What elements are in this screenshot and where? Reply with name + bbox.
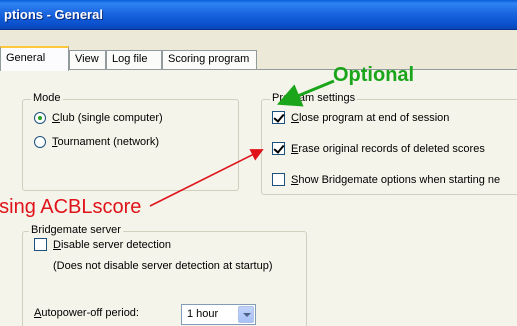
tab-log-file[interactable]: Log file [106,50,162,70]
acblscore-annotation-clip: using ACBLscore [0,196,200,222]
title-bar: ptions - General [0,0,517,30]
club-radio[interactable] [34,112,46,124]
program-settings-group-label: Program settings [270,92,358,104]
erase-records-option[interactable]: Erase original records of deleted scores [272,142,485,155]
mode-option-tournament[interactable]: Tournament (network) [34,136,159,148]
club-radio-label: Club (single computer) [52,112,163,124]
erase-records-label: Erase original records of deleted scores [291,142,485,155]
disable-detection-label: Disable server detection [53,238,172,251]
close-program-checkbox[interactable] [272,111,285,124]
mode-group: Mode Club (single computer) Tournament (… [22,92,239,191]
disable-detection-checkbox[interactable] [34,238,47,251]
chevron-down-icon[interactable] [238,306,254,323]
autopower-select[interactable]: 1 hour [181,304,256,325]
erase-records-checkbox[interactable] [272,142,285,155]
mode-option-club[interactable]: Club (single computer) [34,112,163,124]
show-bridgemate-checkbox[interactable] [272,173,285,186]
tab-scoring-program[interactable]: Scoring program [162,50,257,70]
tournament-radio[interactable] [34,136,46,148]
bridgemate-server-group: Bridgemate server Disable server detecti… [22,224,307,326]
disable-detection-note: (Does not disable server detection at st… [53,260,273,272]
show-bridgemate-label: Show Bridgemate options when starting ne [291,173,501,186]
close-program-option[interactable]: Close program at end of session [272,111,449,124]
tab-general[interactable]: General [0,46,69,71]
close-program-label: Close program at end of session [291,111,450,124]
bridgemate-server-group-label: Bridgemate server [29,224,123,236]
program-settings-group: Program settings Close program at end of… [261,92,517,195]
tab-view[interactable]: View [69,50,106,70]
optional-annotation: Optional [333,64,415,86]
tournament-radio-label: Tournament (network) [52,136,159,148]
mode-group-label: Mode [31,92,63,104]
disable-detection-option[interactable]: Disable server detection [34,238,171,251]
autopower-value: 1 hour [187,308,219,320]
window-title: ptions - General [4,7,103,22]
acblscore-annotation: using ACBLscore [0,196,142,218]
autopower-label: Autopower-off period: [34,307,139,319]
show-bridgemate-option[interactable]: Show Bridgemate options when starting ne [272,173,500,186]
